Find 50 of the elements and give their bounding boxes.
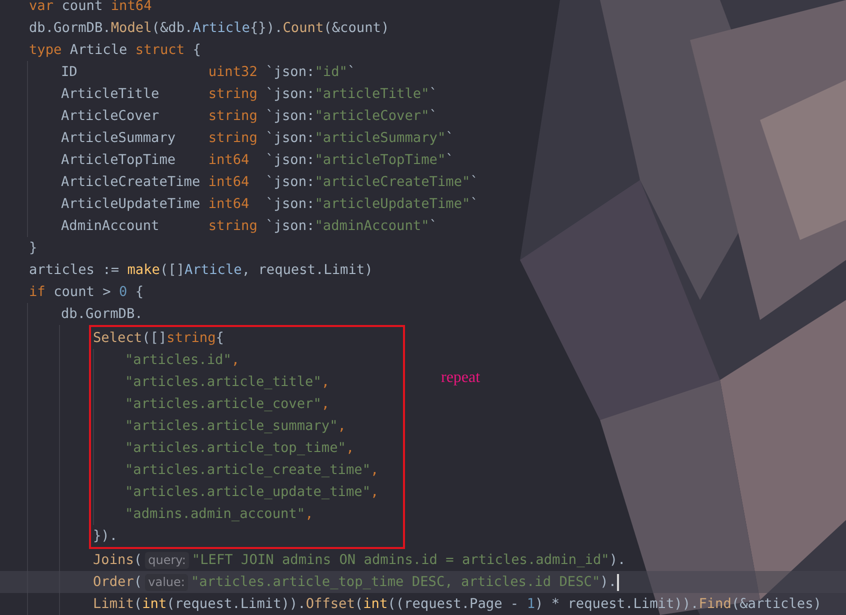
code-text: db.GormDB.Model(&db.Article{}).Count(&count) [29, 20, 390, 36]
code-text: "LEFT JOIN admins ON admins.id = articles.admin_id"). [192, 552, 626, 568]
struct-tag: `json:"articleTopTime"` [266, 152, 454, 168]
field-type: string [208, 218, 258, 234]
code-text: Order( [93, 574, 142, 590]
struct-tag: `json:"articleSummary"` [266, 130, 454, 146]
struct-tag: `json:"articleCreateTime"` [266, 174, 478, 190]
field-type: int64 [208, 174, 250, 190]
field-name: ID [61, 64, 78, 80]
field-name: AdminAccount [61, 218, 160, 234]
code-text: articles := make([]Article, request.Limit) [29, 262, 373, 278]
code-text: var count int64 [29, 0, 152, 14]
field-name: ArticleTopTime [61, 152, 177, 168]
code-text: Select([]string{ [93, 330, 224, 346]
text-cursor [616, 574, 619, 590]
parameter-hint: query: [145, 552, 189, 568]
code-text: "articles.article_top_time", [125, 440, 354, 456]
code-text: "admins.admin_account", [125, 506, 314, 522]
code-text: Joins( [93, 552, 142, 568]
field-name: ArticleCreateTime [61, 174, 202, 190]
code-text: if count > 0 { [29, 284, 144, 300]
field-name: ArticleSummary [61, 130, 177, 146]
code-text: "articles.article_top_time DESC, articles.id DESC"). [190, 574, 617, 590]
code-text: }). [93, 528, 118, 544]
struct-tag: `json:"articleCover"` [266, 108, 438, 124]
field-name: ArticleTitle [61, 86, 160, 102]
field-name: ArticleCover [61, 108, 160, 124]
field-type: int64 [208, 152, 250, 168]
struct-tag: `json:"articleTitle"` [266, 86, 438, 102]
code-text: } [29, 240, 38, 256]
field-type: string [208, 86, 258, 102]
field-type: uint32 [208, 64, 258, 80]
code-text: "articles.article_create_time", [125, 462, 379, 478]
annotation-text: repeat [441, 369, 480, 387]
struct-tag: `json:"adminAccount"` [266, 218, 438, 234]
code-text: type Article struct { [29, 42, 201, 58]
parameter-hint: value: [145, 574, 188, 590]
field-type: string [208, 108, 258, 124]
code-text: "articles.article_summary", [125, 418, 346, 434]
field-type: int64 [208, 196, 250, 212]
field-type: string [208, 130, 258, 146]
field-name: ArticleUpdateTime [61, 196, 202, 212]
code-text: "articles.article_update_time", [125, 484, 379, 500]
code-text: db.GormDB. [61, 306, 143, 322]
code-text: "articles.article_cover", [125, 396, 330, 412]
struct-tag: `json:"id"` [266, 64, 356, 80]
code-text: Limit(int(request.Limit)).Offset(int((request.Page - 1) * request.Limit)).Find(&articles) [93, 596, 822, 612]
code-text: "articles.article_title", [125, 374, 330, 390]
struct-tag: `json:"articleUpdateTime"` [266, 196, 478, 212]
code-text: "articles.id", [125, 352, 240, 368]
